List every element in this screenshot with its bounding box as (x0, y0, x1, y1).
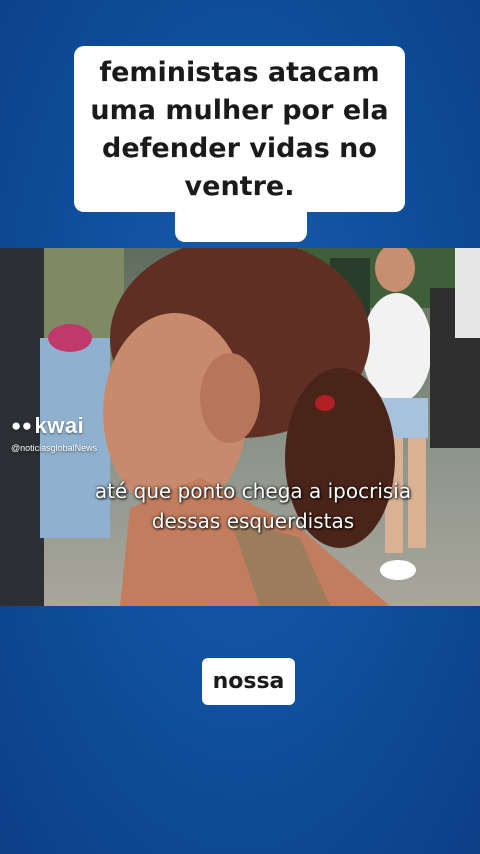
kwai-handle: @noticiasglobalNews (11, 443, 98, 453)
video-subtitle: até que ponto chega a ipocrisia dessas e… (94, 479, 412, 533)
bottom-caption: nossa (202, 658, 295, 705)
title-overlay: feministas atacam uma mulher por ela def… (74, 46, 405, 212)
title-text: feministas atacam uma mulher por ela def… (90, 57, 389, 202)
kwai-logo-text: kwai (34, 413, 85, 438)
bottom-caption-text: nossa (212, 669, 285, 694)
kwai-watermark: ●●kwai (11, 413, 84, 439)
kwai-logo-icon: ●● (11, 416, 33, 435)
video-frame[interactable]: ●●kwai @noticiasglobalNews até que ponto… (0, 248, 480, 606)
